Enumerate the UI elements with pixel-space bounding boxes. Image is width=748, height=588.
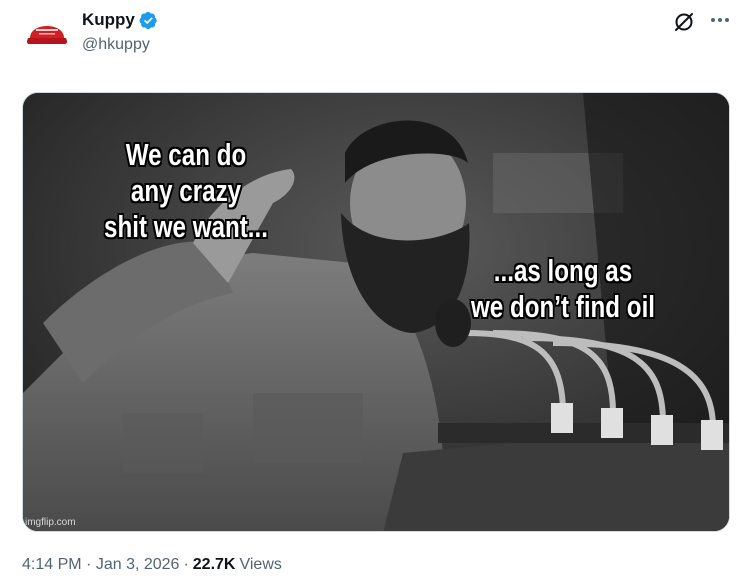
imgflip-watermark: imgflip.com (25, 517, 76, 528)
author-name[interactable]: Kuppy (82, 10, 158, 30)
avatar[interactable] (24, 8, 70, 54)
meta-separator: · (183, 556, 189, 573)
more-dots-glyph (711, 18, 729, 22)
grok-icon[interactable] (672, 10, 696, 34)
author-name-text: Kuppy (82, 10, 135, 29)
more-icon[interactable] (708, 8, 732, 32)
tweet-media-image[interactable]: We can do any crazy shit we want... ...a… (22, 92, 730, 532)
views-label: Views (239, 556, 282, 573)
tweet-meta: 4:14 PM · Jan 3, 2026 · 22.7K Views (22, 556, 282, 574)
tweet-timestamp[interactable]: 4:14 PM · Jan 3, 2026 (22, 556, 179, 574)
views-count[interactable]: 22.7K (193, 556, 236, 574)
red-cap-avatar-image (24, 8, 70, 54)
tweet-date: Jan 3, 2026 (95, 556, 180, 573)
verified-badge-icon (139, 11, 157, 29)
meta-separator: · (86, 556, 92, 573)
meme-caption-left: We can do any crazy shit we want... (104, 137, 268, 244)
author-handle[interactable]: @hkuppy (82, 36, 150, 54)
meme-caption-right: ...as long as we don’t find oil (470, 253, 656, 324)
tweet-time: 4:14 PM (22, 556, 82, 573)
